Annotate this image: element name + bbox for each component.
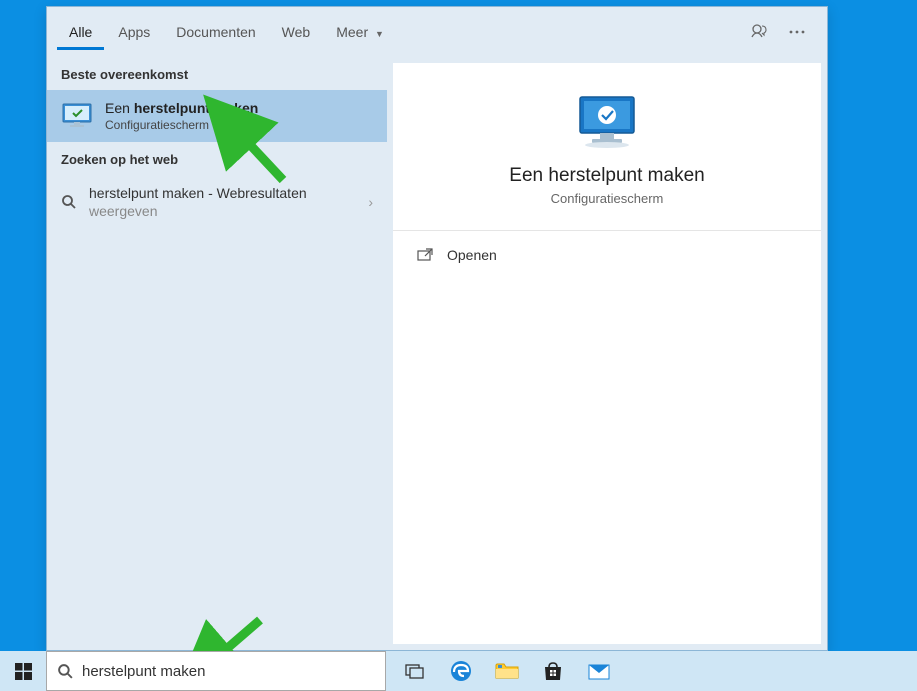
task-view-icon	[405, 663, 425, 679]
tab-documents[interactable]: Documenten	[164, 14, 267, 50]
open-icon	[417, 248, 433, 262]
search-icon	[61, 194, 77, 210]
chevron-right-icon: ›	[368, 194, 373, 210]
top-tabs-bar: Alle Apps Documenten Web Meer ▼	[47, 7, 827, 57]
search-icon	[57, 663, 74, 680]
results-column: Beste overeenkomst Een herstelpunt maken	[47, 57, 387, 650]
detail-subtitle: Configuratiescherm	[551, 191, 664, 206]
best-match-text: Een herstelpunt maken Configuratiescherm	[105, 100, 258, 132]
best-match-subtitle: Configuratiescherm	[105, 118, 258, 132]
content-row: Beste overeenkomst Een herstelpunt maken	[47, 57, 827, 650]
file-explorer-button[interactable]	[484, 651, 530, 691]
web-result-sub: weergeven	[89, 203, 356, 219]
web-result-query: herstelpunt maken	[89, 185, 204, 201]
taskbar-apps	[392, 651, 622, 691]
top-actions	[745, 18, 811, 46]
tab-more-label: Meer	[336, 24, 368, 40]
feedback-icon[interactable]	[745, 18, 773, 46]
store-button[interactable]	[530, 651, 576, 691]
start-button[interactable]	[0, 651, 46, 691]
more-options-icon[interactable]	[783, 18, 811, 46]
taskbar-search[interactable]	[46, 651, 386, 691]
search-flyout: Alle Apps Documenten Web Meer ▼ Beste ov…	[46, 6, 828, 651]
mail-icon	[587, 661, 611, 681]
taskbar	[0, 651, 917, 691]
best-match-prefix: Een	[105, 100, 134, 116]
windows-logo-icon	[15, 663, 32, 680]
action-open[interactable]: Openen	[393, 231, 821, 279]
chevron-down-icon: ▼	[375, 29, 384, 39]
search-input[interactable]	[82, 663, 375, 680]
edge-button[interactable]	[438, 651, 484, 691]
detail-pane: Een herstelpunt maken Configuratiescherm…	[393, 63, 821, 644]
web-result-textblock: herstelpunt maken - Webresultaten weerge…	[89, 185, 356, 219]
web-result-suffix: - Webresultaten	[204, 185, 306, 201]
folder-icon	[495, 661, 519, 681]
best-match-result[interactable]: Een herstelpunt maken Configuratiescherm	[47, 90, 387, 142]
section-best-match: Beste overeenkomst	[47, 57, 387, 90]
tab-all[interactable]: Alle	[57, 14, 104, 50]
tabs: Alle Apps Documenten Web Meer ▼	[57, 14, 745, 50]
monitor-icon	[572, 93, 642, 149]
best-match-bold: herstelpunt maken	[134, 100, 258, 116]
tab-web[interactable]: Web	[270, 14, 323, 50]
tab-apps[interactable]: Apps	[106, 14, 162, 50]
action-open-label: Openen	[447, 247, 497, 263]
control-panel-icon	[61, 102, 95, 130]
detail-header: Een herstelpunt maken Configuratiescherm	[393, 63, 821, 231]
tab-more[interactable]: Meer ▼	[324, 14, 396, 50]
store-icon	[542, 660, 564, 682]
web-result-item[interactable]: herstelpunt maken - Webresultaten weerge…	[47, 175, 387, 229]
mail-button[interactable]	[576, 651, 622, 691]
best-match-title: Een herstelpunt maken	[105, 100, 258, 116]
edge-icon	[449, 659, 473, 683]
task-view-button[interactable]	[392, 651, 438, 691]
detail-title: Een herstelpunt maken	[509, 165, 704, 187]
section-web-search: Zoeken op het web	[47, 142, 387, 175]
